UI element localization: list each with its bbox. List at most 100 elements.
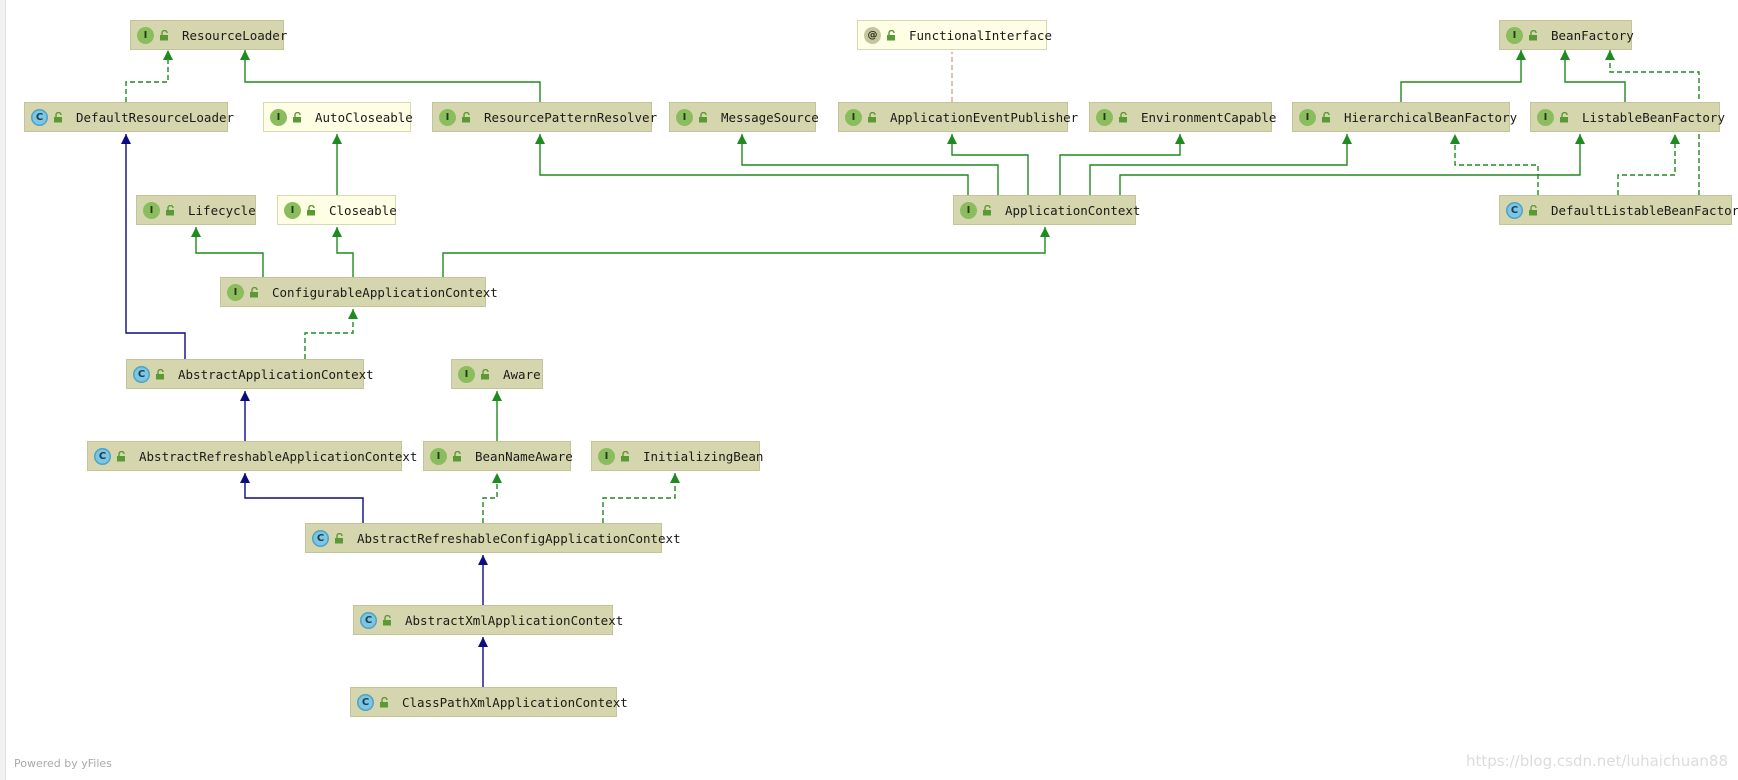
interface-type-icon: I [1537,108,1554,126]
edge-defaultresourceloader-to-resourceloader [125,50,169,102]
edge-abstractappctx-to-configurable [304,309,354,359]
node-message-source[interactable]: I MessageSource [669,102,819,132]
class-type-icon: C [1506,201,1523,219]
interface-type-icon: I [430,447,447,465]
node-label: ListableBeanFactory [1582,109,1725,125]
node-application-event-publisher[interactable]: I ApplicationEventPublisher [838,102,1078,132]
class-type-icon: C [312,529,329,547]
edge-refreshableconfig-to-initializingbean [602,473,676,523]
interface-type-icon: I [1299,108,1316,126]
edge-configurable-to-appctx [442,227,1046,277]
class-type-icon: C [360,611,377,629]
edge-appctx-to-messagesource [741,134,999,195]
node-hierarchical-bean-factory[interactable]: I HierarchicalBeanFactory [1292,102,1517,132]
node-closeable[interactable]: I Closeable [277,195,397,225]
node-abstract-refreshable-application-context[interactable]: C AbstractRefreshableApplicationContext [87,441,417,471]
node-resource-loader[interactable]: I ResourceLoader [130,20,288,50]
node-label: ResourcePatternResolver [484,109,658,125]
public-visibility-icon [249,286,260,298]
edge-arrowhead [478,637,488,647]
node-label: ConfigurableApplicationContext [272,284,498,300]
node-resource-pattern-resolver[interactable]: I ResourcePatternResolver [432,102,657,132]
node-default-listable-bean-factory[interactable]: C DefaultListableBeanFactory [1499,195,1738,225]
node-label: Aware [503,366,541,382]
node-label: ApplicationEventPublisher [890,109,1079,125]
node-auto-closeable[interactable]: I AutoCloseable [263,102,413,132]
public-visibility-icon [461,111,472,123]
interface-type-icon: I [137,26,154,44]
node-label: FunctionalInterface [909,27,1052,43]
interface-type-icon: I [270,108,287,126]
node-abstract-refreshable-config-application-context[interactable]: C AbstractRefreshableConfigApplicationCon… [305,523,681,553]
edge-hierarchical-to-beanfactory [1400,50,1522,102]
node-label: AutoCloseable [315,109,413,125]
public-visibility-icon [306,204,317,216]
interface-type-icon: I [1506,26,1523,44]
node-label: AbstractApplicationContext [178,366,374,382]
public-visibility-icon [292,111,303,123]
public-visibility-icon [334,532,345,544]
interface-type-icon: I [960,201,977,219]
node-lifecycle[interactable]: I Lifecycle [136,195,256,225]
node-label: DefaultListableBeanFactory [1551,202,1738,218]
edge-arrowhead [240,473,250,483]
edge-arrowhead [1605,50,1615,60]
node-default-resource-loader[interactable]: C DefaultResourceLoader [24,102,234,132]
node-aware[interactable]: I Aware [451,359,543,389]
node-label: HierarchicalBeanFactory [1344,109,1518,125]
node-initializing-bean[interactable]: I InitializingBean [591,441,764,471]
class-type-icon: C [133,365,150,383]
node-class-path-xml-application-context[interactable]: C ClassPathXmlApplicationContext [350,687,628,717]
node-label: ApplicationContext [1005,202,1141,218]
watermark-text: https://blog.csdn.net/luhaichuan88 [1465,752,1728,770]
public-visibility-icon [165,204,176,216]
interface-type-icon: I [598,447,615,465]
node-application-context[interactable]: I ApplicationContext [953,195,1140,225]
edge-arrowhead [492,473,502,483]
edge-arrowhead [947,134,957,144]
edge-resourcepatternresolver-to-resourceloader [244,50,541,102]
interface-type-icon: I [1096,108,1113,126]
public-visibility-icon [379,696,390,708]
public-visibility-icon [1528,204,1539,216]
edge-arrowhead [1342,134,1352,144]
node-label: AbstractRefreshableConfigApplicationCont… [357,530,681,546]
edge-arrowhead [332,227,342,237]
edge-arrowhead [1575,134,1585,144]
edge-configurable-to-lifecycle [195,227,264,277]
node-label: InitializingBean [643,448,764,464]
edge-arrowhead [1670,134,1680,144]
interface-type-icon: I [458,365,475,383]
edge-appctx-to-hierarchical [1089,134,1348,195]
public-visibility-icon [155,368,166,380]
edge-refreshableconfig-to-refreshable [244,473,364,523]
node-abstract-application-context[interactable]: C AbstractApplicationContext [126,359,374,389]
node-configurable-application-context[interactable]: I ConfigurableApplicationContext [220,277,498,307]
node-environment-capable[interactable]: I EnvironmentCapable [1089,102,1276,132]
interface-type-icon: I [439,108,456,126]
edge-arrowhead [240,391,250,401]
edge-arrowhead [1450,134,1460,144]
node-label: BeanFactory [1551,27,1634,43]
public-visibility-icon [1528,29,1539,41]
class-type-icon: C [31,108,48,126]
edge-abstractappctx-to-defaultresourceloader [125,134,186,359]
edge-arrowhead [535,134,545,144]
powered-by-label: Powered by yFiles [14,757,112,770]
edge-arrowhead [191,227,201,237]
edge-arrowhead [1516,50,1526,60]
interface-type-icon: I [284,201,301,219]
node-label: BeanNameAware [475,448,573,464]
interface-type-icon: I [845,108,862,126]
public-visibility-icon [1321,111,1332,123]
node-label: ResourceLoader [182,27,288,43]
node-listable-bean-factory[interactable]: I ListableBeanFactory [1530,102,1725,132]
node-label: AbstractRefreshableApplicationContext [139,448,418,464]
public-visibility-icon [867,111,878,123]
public-visibility-icon [886,29,897,41]
node-abstract-xml-application-context[interactable]: C AbstractXmlApplicationContext [353,605,623,635]
node-functional-interface[interactable]: @ FunctionalInterface [857,20,1052,50]
class-type-icon: C [94,447,111,465]
node-bean-factory[interactable]: I BeanFactory [1499,20,1634,50]
node-bean-name-aware[interactable]: I BeanNameAware [423,441,573,471]
